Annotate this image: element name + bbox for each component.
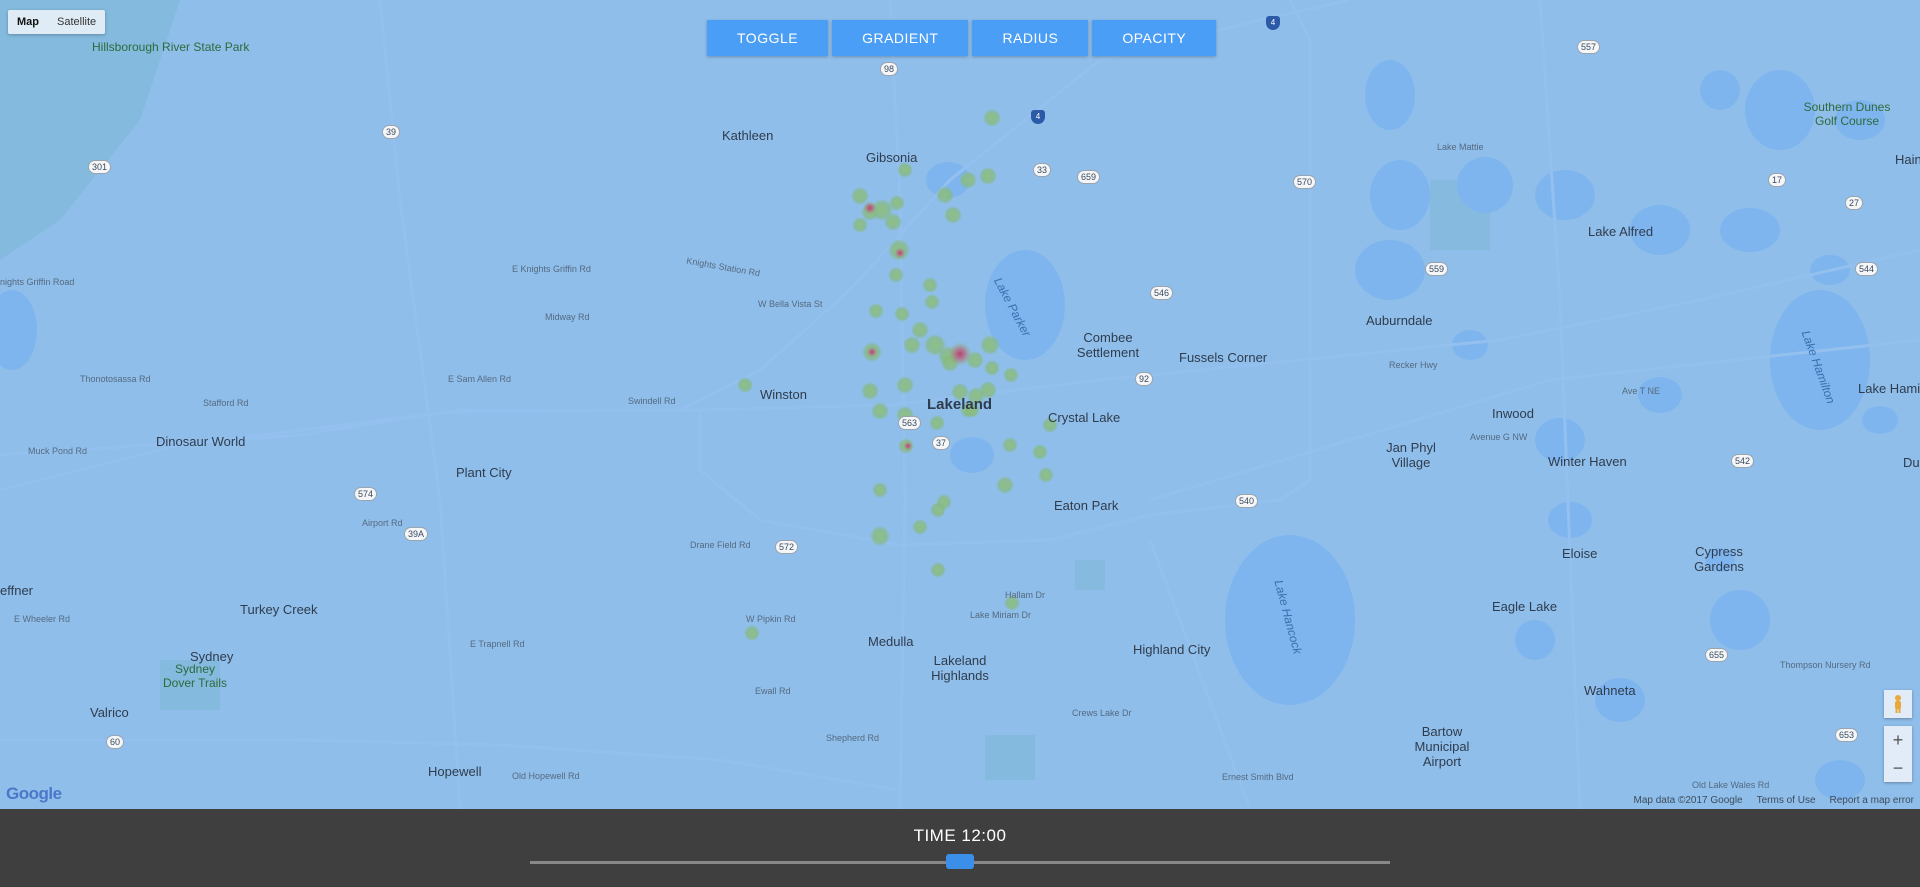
route-shield: 17 — [1768, 173, 1787, 187]
time-slider-thumb[interactable] — [946, 854, 974, 869]
route-shield: 659 — [1077, 170, 1101, 184]
map-canvas[interactable]: Hillsborough River State Park Kathleen G… — [0, 0, 1920, 809]
logo-text: Google — [6, 784, 62, 803]
route-shield: 98 — [880, 62, 899, 76]
street-view-pegman-icon[interactable] — [1884, 690, 1912, 718]
route-shield: 542 — [1731, 454, 1755, 468]
route-shield: 572 — [775, 540, 799, 554]
route-shield: 33 — [1033, 163, 1052, 177]
route-shield: 557 — [1577, 40, 1601, 54]
terms-link[interactable]: Terms of Use — [1757, 795, 1816, 806]
toggle-button[interactable]: TOGGLE — [707, 20, 829, 56]
route-shield: 570 — [1293, 175, 1317, 189]
route-shield: 92 — [1135, 372, 1154, 386]
map-type-satellite-button[interactable]: Satellite — [48, 10, 105, 34]
route-shield: 574 — [354, 487, 378, 501]
map-type-map-button[interactable]: Map — [8, 10, 48, 34]
time-label: TIME 12:00 — [913, 826, 1007, 845]
route-shield: 653 — [1835, 728, 1859, 742]
route-shield: 540 — [1235, 494, 1259, 508]
route-shield: 37 — [932, 436, 951, 450]
route-shield: 544 — [1855, 262, 1879, 276]
gradient-button[interactable]: GRADIENT — [832, 20, 969, 56]
route-shield: 301 — [88, 160, 112, 174]
map-data-text: Map data ©2017 Google — [1633, 795, 1743, 806]
route-shield: 39A — [404, 527, 429, 541]
google-logo: Google — [6, 784, 62, 804]
route-shield: 563 — [898, 416, 922, 430]
radius-button[interactable]: RADIUS — [972, 20, 1089, 56]
heatmap-layer — [737, 109, 1058, 641]
map-attribution: Map data ©2017 Google Terms of Use Repor… — [1633, 795, 1914, 806]
heatmap-toolbar: TOGGLE GRADIENT RADIUS OPACITY — [707, 20, 1217, 56]
zoom-out-button[interactable]: − — [1884, 754, 1912, 782]
route-shield: 546 — [1150, 286, 1174, 300]
zoom-in-button[interactable]: + — [1884, 726, 1912, 754]
opacity-button[interactable]: OPACITY — [1092, 20, 1217, 56]
route-shield: 39 — [382, 125, 401, 139]
route-shield: 27 — [1845, 196, 1864, 210]
map-type-control: Map Satellite — [8, 10, 106, 34]
route-shield: 655 — [1705, 648, 1729, 662]
route-shield: 4 — [1266, 16, 1280, 30]
route-shield: 4 — [1031, 110, 1045, 124]
route-shield: 559 — [1425, 262, 1449, 276]
time-panel — [0, 809, 1920, 887]
route-shield: 60 — [106, 735, 125, 749]
report-error-link[interactable]: Report a map error — [1830, 795, 1914, 806]
zoom-control: + − — [1884, 726, 1912, 782]
